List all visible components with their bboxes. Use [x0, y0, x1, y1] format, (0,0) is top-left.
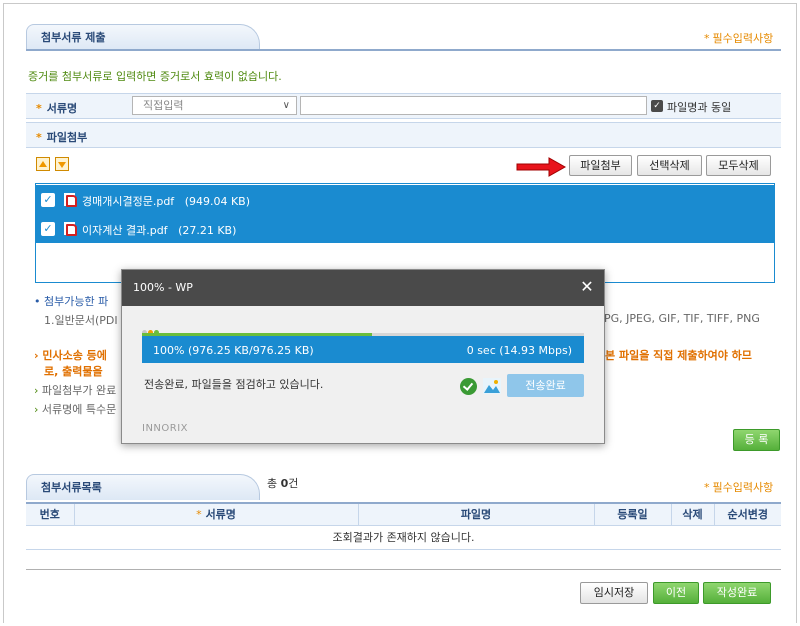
image-icon	[483, 378, 501, 394]
warning-line-right: 본 파일을 직접 제출하여야 하므	[605, 349, 752, 362]
list-section-title: 첨부서류목록	[41, 481, 102, 494]
doc-type-select[interactable]: 직접입력 ∨	[132, 96, 297, 115]
col-delete: 삭제	[671, 502, 715, 526]
file-attach-button[interactable]: 파일첨부	[569, 155, 632, 176]
pdf-icon	[64, 222, 77, 236]
move-up-button[interactable]	[36, 157, 50, 171]
col-file-name: 파일명	[358, 502, 595, 526]
delete-selected-button[interactable]: 선택삭제	[637, 155, 702, 176]
register-button[interactable]: 등 록	[733, 429, 780, 451]
footer-divider	[26, 569, 781, 570]
attach-section-tab: 첨부서류 제출	[26, 24, 260, 50]
evidence-notice: 증거를 첨부서류로 입력하면 증거로서 효력이 없습니다.	[28, 70, 282, 83]
file-size: (27.21 KB)	[178, 224, 237, 237]
file-name: 경매개시결정문.pdf	[82, 195, 175, 208]
same-as-filename-checkbox[interactable]: ✓	[651, 100, 663, 112]
col-number: 번호	[26, 502, 75, 526]
file-attach-row: * 파일첨부	[26, 122, 781, 148]
attachment-table: 번호 * 서류명 파일명 등록일 삭제 순서변경 조회결과가 존재하지 않습니다.	[26, 502, 781, 550]
frame-right	[796, 3, 797, 623]
col-reg-date: 등록일	[594, 502, 672, 526]
allowed-files-line-left: 1.일반문서(PDI	[44, 314, 118, 327]
arrow-down-icon	[58, 162, 66, 168]
empty-message: 조회결과가 존재하지 않습니다.	[26, 525, 781, 550]
attach-tab-underline	[26, 49, 781, 51]
frame-top	[3, 3, 797, 4]
prev-button[interactable]: 이전	[653, 582, 699, 604]
complete-button[interactable]: 작성완료	[703, 582, 771, 604]
dialog-title-bar: 100% - WP	[122, 270, 604, 306]
check-circle-icon	[460, 378, 477, 395]
attach-section-title: 첨부서류 제출	[41, 31, 106, 44]
red-arrow-icon	[516, 157, 567, 177]
move-down-button[interactable]	[55, 157, 69, 171]
note-line-2: › 서류명에 특수문	[34, 403, 117, 416]
table-header-row: 번호 * 서류명 파일명 등록일 삭제 순서변경	[26, 502, 781, 526]
dialog-title: 100% - WP	[133, 281, 193, 294]
file-size: (949.04 KB)	[184, 195, 251, 208]
col-doc-name: * 서류명	[74, 502, 359, 526]
upload-progress-dialog: 100% - WP ✕ 100% (976.25 KB/976.25 KB) 0…	[121, 269, 605, 444]
same-as-filename-label: 파일명과 동일	[667, 101, 732, 114]
doc-name-label: * 서류명	[36, 102, 78, 115]
attach-required-note: * 필수입력사항	[704, 32, 774, 45]
frame-left	[3, 3, 4, 623]
close-icon[interactable]: ✕	[579, 279, 595, 295]
file-checkbox[interactable]: ✓	[41, 193, 55, 207]
file-checkbox[interactable]: ✓	[41, 222, 55, 236]
progress-label: 100% (976.25 KB/976.25 KB)	[153, 344, 314, 357]
list-required-note: * 필수입력사항	[704, 481, 774, 494]
file-item[interactable]: ✓ 경매개시결정문.pdf (949.04 KB)	[36, 185, 774, 214]
transfer-complete-button[interactable]: 전송완료	[507, 374, 584, 397]
file-name: 이자계산 결과.pdf	[82, 224, 168, 237]
pdf-icon	[64, 193, 77, 207]
file-item[interactable]: ✓ 이자계산 결과.pdf (27.21 KB)	[36, 214, 774, 243]
doc-name-input[interactable]	[300, 96, 647, 115]
note-line-1: › 파일첨부가 완료	[34, 384, 117, 397]
warning-line-left: › 민사소송 등에	[34, 349, 107, 362]
file-attach-label: * 파일첨부	[36, 131, 88, 144]
allowed-files-heading: • 첨부가능한 파	[34, 295, 109, 308]
chevron-down-icon: ∨	[282, 100, 290, 111]
total-count: 총 0건	[267, 477, 299, 490]
list-section-tab: 첨부서류목록	[26, 474, 260, 500]
table-row: 조회결과가 존재하지 않습니다.	[26, 525, 781, 550]
delete-all-button[interactable]: 모두삭제	[706, 155, 771, 176]
status-text: 전송완료, 파일들을 점검하고 있습니다.	[144, 378, 324, 391]
file-list[interactable]: ✓ 경매개시결정문.pdf (949.04 KB) ✓ 이자계산 결과.pdf …	[35, 183, 775, 283]
col-order: 순서변경	[714, 502, 781, 526]
allowed-files-line-right: PG, JPEG, GIF, TIF, TIFF, PNG	[604, 312, 760, 325]
speed-label: 0 sec (14.93 Mbps)	[466, 344, 572, 357]
progress-row: 100% (976.25 KB/976.25 KB) 0 sec (14.93 …	[142, 336, 584, 363]
arrow-up-icon	[39, 161, 47, 167]
brand-label: INNORIX	[142, 423, 189, 434]
temp-save-button[interactable]: 임시저장	[580, 582, 648, 604]
warning-line-2: 로, 출력물을	[44, 365, 103, 378]
